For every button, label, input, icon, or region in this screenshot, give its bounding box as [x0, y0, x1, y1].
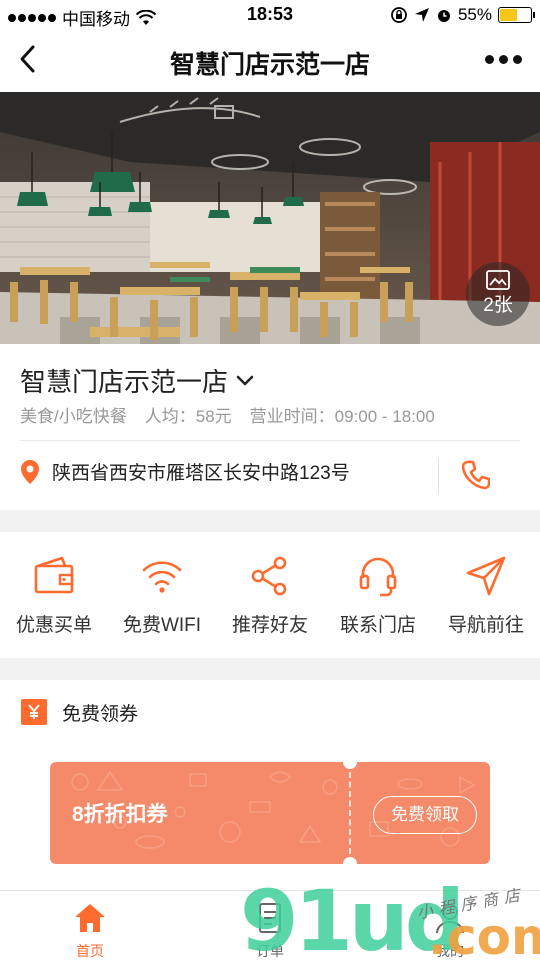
action-discount-pay[interactable]: 优惠买单 [0, 532, 108, 658]
action-contact-store[interactable]: 联系门店 [324, 532, 432, 658]
more-menu-icon[interactable] [485, 55, 522, 64]
coupon-card[interactable]: 8折折扣券 免费领取 [50, 762, 490, 864]
ticket-notch-bottom [343, 857, 357, 864]
location-pin-icon [21, 459, 39, 484]
order-icon [259, 903, 281, 933]
restaurant-interior-image [0, 92, 540, 344]
ticket-divider [349, 772, 351, 854]
store-photo[interactable]: 2张 [0, 92, 540, 344]
bottom-tab-bar: 首页 订单 我的 [0, 890, 540, 960]
location-arrow-icon [414, 8, 429, 22]
battery-percent: 55% [457, 5, 492, 24]
vertical-divider [438, 458, 439, 494]
profile-icon [436, 904, 464, 934]
action-label: 优惠买单 [15, 615, 92, 636]
store-category: 美食/小吃快餐 [20, 407, 127, 426]
rotation-lock-icon [391, 7, 407, 23]
action-recommend-friend[interactable]: 推荐好友 [216, 532, 324, 658]
action-navigate[interactable]: 导航前往 [432, 532, 540, 658]
store-meta: 美食/小吃快餐 人均：58元 营业时间：09:00 - 18:00 [20, 402, 435, 427]
action-free-wifi[interactable]: 免费WIFI [108, 532, 216, 658]
action-label: 导航前往 [447, 615, 524, 636]
alarm-icon [437, 10, 450, 22]
battery-icon [498, 7, 535, 23]
share-icon [251, 556, 287, 596]
photo-count-label: 2张 [483, 295, 513, 316]
store-address-row[interactable]: 陕西省西安市雁塔区长安中路123号 [20, 458, 350, 485]
action-label: 推荐好友 [231, 615, 308, 636]
coupon-section-title: 免费领券 [62, 703, 139, 725]
headset-icon [359, 557, 397, 597]
status-bar: 中国移动 18:53 55% [0, 0, 540, 30]
divider [20, 440, 520, 441]
phone-icon[interactable] [462, 460, 490, 490]
photo-count-badge[interactable]: 2张 [466, 262, 530, 326]
tab-orders[interactable]: 订单 [180, 891, 360, 960]
page-title: 智慧门店示范一店 [169, 51, 370, 79]
store-hours: 营业时间：09:00 - 18:00 [249, 407, 435, 426]
status-right: 55% [390, 5, 535, 25]
coupon-section: 免费领券 8折折扣券 免费领取 [0, 680, 540, 890]
store-name: 智慧门店示范一店 [20, 367, 229, 397]
wifi-icon [142, 561, 182, 593]
home-icon [75, 904, 105, 932]
wallet-icon [34, 556, 74, 594]
coupon-title: 8折折扣券 [72, 803, 168, 826]
tab-label: 我的 [436, 943, 464, 959]
action-label: 联系门店 [339, 615, 416, 636]
store-address: 陕西省西安市雁塔区长安中路123号 [52, 463, 350, 484]
tab-home[interactable]: 首页 [0, 891, 180, 960]
tab-profile[interactable]: 我的 [360, 891, 540, 960]
chevron-down-icon [236, 375, 254, 386]
tab-label: 订单 [256, 943, 284, 959]
coupon-section-header: 免费领券 [20, 698, 138, 726]
action-label: 免费WIFI [122, 615, 202, 636]
image-gallery-icon [486, 270, 510, 290]
claim-coupon-button[interactable]: 免费领取 [373, 796, 477, 834]
navigation-icon [466, 556, 506, 596]
store-avg-price: 人均：58元 [144, 407, 232, 426]
store-name-selector[interactable]: 智慧门店示范一店 [20, 362, 254, 399]
coupon-icon [21, 699, 47, 725]
tab-label: 首页 [76, 943, 104, 959]
navigation-bar: 智慧门店示范一店 [0, 30, 540, 92]
quick-actions: 优惠买单 免费WIFI 推荐好友 联系门店 导航前往 [0, 532, 540, 658]
store-info-card: 智慧门店示范一店 美食/小吃快餐 人均：58元 营业时间：09:00 - 18:… [0, 344, 540, 510]
